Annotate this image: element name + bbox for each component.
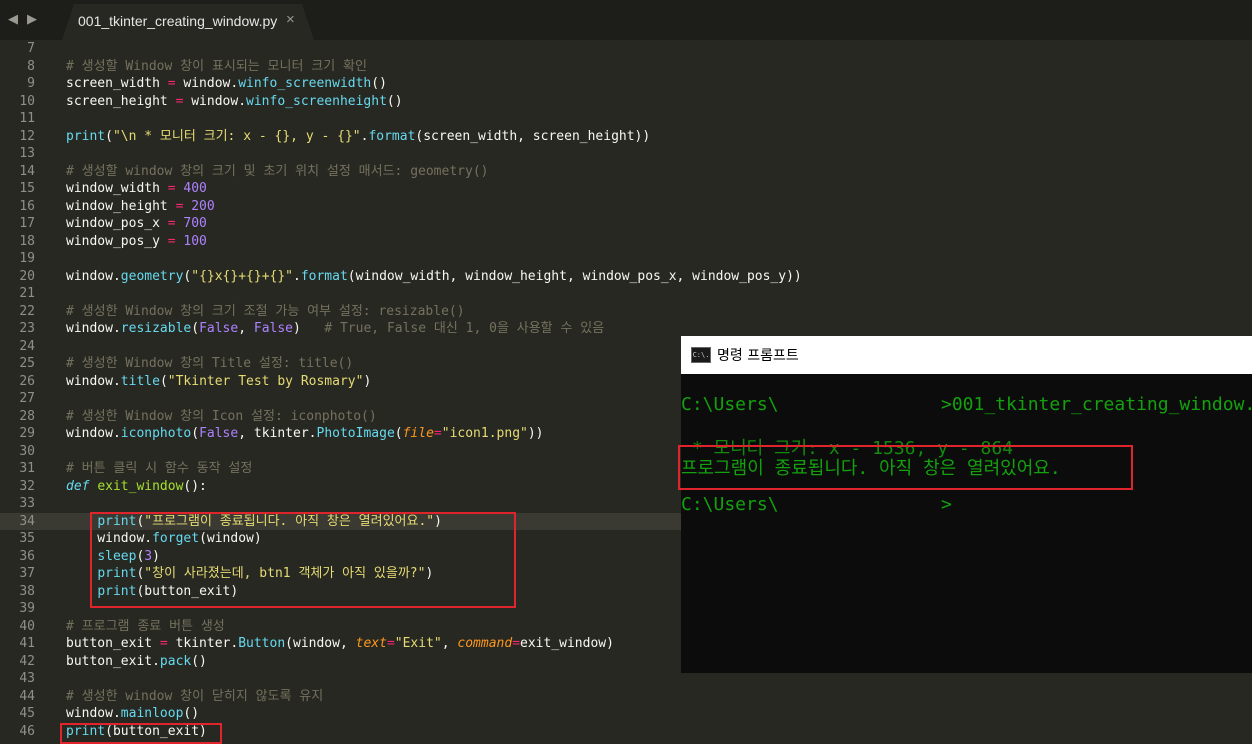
prompt-path-2: C:\Users\ (681, 494, 779, 515)
terminal-icon: C:\. (691, 347, 711, 363)
code-line[interactable]: 14 # 생성할 window 창의 크기 및 초기 위치 설정 매서드: geo… (0, 163, 1252, 181)
code-line[interactable]: 20 window.geometry("{}x{}+{}+{}".format(w… (0, 268, 1252, 286)
line-number: 20 (19, 268, 35, 284)
code-line[interactable]: 9 screen_width = window.winfo_screenwidth… (0, 75, 1252, 93)
line-number: 14 (19, 163, 35, 179)
tab-bar: ◀ ▶ 001_tkinter_creating_window.py × (0, 0, 1252, 40)
highlight-box-final-print (60, 723, 222, 744)
line-number: 45 (19, 706, 35, 721)
highlight-box-exit-window-body (90, 512, 516, 608)
line-number: 21 (19, 286, 35, 301)
close-tab-icon[interactable]: × (286, 11, 295, 28)
line-number: 27 (19, 391, 35, 406)
line-number: 44 (19, 688, 35, 704)
line-number: 28 (19, 408, 35, 424)
line-number: 16 (19, 198, 35, 214)
code-line[interactable]: 7 (0, 40, 1252, 58)
code-text: # 버튼 클릭 시 함수 동작 설정 (66, 461, 253, 476)
code-text: screen_height = window.winfo_screenheigh… (66, 93, 403, 109)
line-number: 9 (27, 76, 35, 91)
line-number: 39 (19, 601, 35, 616)
code-text: def exit_window(): (66, 478, 207, 494)
code-line[interactable]: 44 # 생성한 window 창이 닫히지 않도록 유지 (0, 688, 1252, 706)
line-number: 8 (27, 58, 35, 74)
code-text: window.geometry("{}x{}+{}+{}".format(win… (66, 268, 802, 284)
code-line[interactable]: 19 (0, 250, 1252, 268)
line-number: 19 (19, 251, 35, 266)
code-line[interactable]: 21 (0, 285, 1252, 303)
code-line[interactable]: 16 window_height = 200 (0, 198, 1252, 216)
line-number: 31 (19, 461, 35, 476)
line-number: 43 (19, 671, 35, 686)
line-number: 11 (19, 111, 35, 126)
tab-title: 001_tkinter_creating_window.py (78, 13, 278, 29)
forward-arrow-icon[interactable]: ▶ (27, 12, 37, 27)
line-number: 40 (19, 618, 35, 634)
code-line[interactable]: 8 # 생성할 Window 창이 표시되는 모니터 크기 확인 (0, 58, 1252, 76)
line-number: 15 (19, 181, 35, 196)
code-text: window_pos_x = 700 (66, 216, 207, 231)
back-arrow-icon[interactable]: ◀ (8, 12, 18, 27)
cmd-title: 명령 프롬프트 (717, 348, 799, 364)
line-number: 12 (19, 128, 35, 144)
editor-tab[interactable]: 001_tkinter_creating_window.py × (62, 4, 314, 40)
code-line[interactable]: 23 window.resizable(False, False) # True,… (0, 320, 1252, 338)
line-number: 34 (19, 513, 35, 529)
code-text: # 생성한 window 창이 닫히지 않도록 유지 (66, 688, 324, 704)
line-number: 35 (19, 531, 35, 546)
line-number: 33 (19, 496, 35, 511)
code-line[interactable]: 10 screen_height = window.winfo_screenhei… (0, 93, 1252, 111)
line-number: 42 (19, 653, 35, 669)
line-number: 18 (19, 233, 35, 249)
code-line[interactable]: 22 # 생성한 Window 창의 크기 조절 가능 여부 설정: resiza… (0, 303, 1252, 321)
code-line[interactable]: 45 window.mainloop() (0, 705, 1252, 723)
line-number: 26 (19, 373, 35, 389)
cmd-title-bar[interactable]: C:\. 명령 프롬프트 (681, 336, 1252, 374)
code-line[interactable]: 18 window_pos_y = 100 (0, 233, 1252, 251)
code-line[interactable]: 11 (0, 110, 1252, 128)
code-text: window_width = 400 (66, 181, 207, 196)
line-number: 32 (19, 478, 35, 494)
code-text: window_pos_y = 100 (66, 233, 207, 249)
line-number: 23 (19, 321, 35, 336)
prompt-command-2: > (941, 494, 952, 515)
line-number: 46 (19, 723, 35, 739)
line-number: 7 (27, 41, 35, 56)
code-line[interactable]: 17 window_pos_x = 700 (0, 215, 1252, 233)
code-text: print("\n * 모니터 크기: x - {}, y - {}".form… (66, 128, 651, 144)
line-number: 38 (19, 583, 35, 599)
line-number: 22 (19, 303, 35, 319)
line-number: 10 (19, 93, 35, 109)
command-prompt-window[interactable]: C:\. 명령 프롬프트 C:\Users\ >001_tkinter_crea… (681, 336, 1252, 673)
code-text: # 생성한 Window 창의 Icon 설정: iconphoto() (66, 408, 377, 424)
line-number: 25 (19, 356, 35, 371)
prompt-command: >001_tkinter_creating_window.py (941, 394, 1252, 415)
line-number: 37 (19, 566, 35, 581)
line-number: 30 (19, 443, 35, 459)
code-text: # 생성할 window 창의 크기 및 초기 위치 설정 매서드: geome… (66, 163, 489, 179)
code-text: window.resizable(False, False) # True, F… (66, 321, 605, 336)
line-number: 41 (19, 636, 35, 651)
line-number: 36 (19, 548, 35, 564)
code-line[interactable]: 12 print("\n * 모니터 크기: x - {}, y - {}".fo… (0, 128, 1252, 146)
code-text: # 생성한 Window 창의 크기 조절 가능 여부 설정: resizabl… (66, 303, 465, 319)
code-text: # 생성한 Window 창의 Title 설정: title() (66, 356, 354, 371)
code-text: # 생성할 Window 창이 표시되는 모니터 크기 확인 (66, 58, 367, 74)
code-line[interactable]: 15 window_width = 400 (0, 180, 1252, 198)
code-text: button_exit.pack() (66, 653, 207, 669)
highlight-box-terminal-output (678, 445, 1133, 490)
code-text: window.title("Tkinter Test by Rosmary") (66, 373, 372, 389)
code-text: window.iconphoto(False, tkinter.PhotoIma… (66, 426, 544, 441)
code-text: button_exit = tkinter.Button(window, tex… (66, 636, 614, 651)
line-number: 24 (19, 338, 35, 354)
code-text: window.mainloop() (66, 706, 200, 721)
prompt-path: C:\Users\ (681, 394, 779, 415)
line-number: 13 (19, 146, 35, 161)
line-number: 17 (19, 216, 35, 231)
code-text: # 프로그램 종료 버튼 생성 (66, 618, 225, 634)
line-number: 29 (19, 426, 35, 441)
code-text: window_height = 200 (66, 198, 215, 214)
code-text: screen_width = window.winfo_screenwidth(… (66, 76, 387, 91)
code-line[interactable]: 13 (0, 145, 1252, 163)
